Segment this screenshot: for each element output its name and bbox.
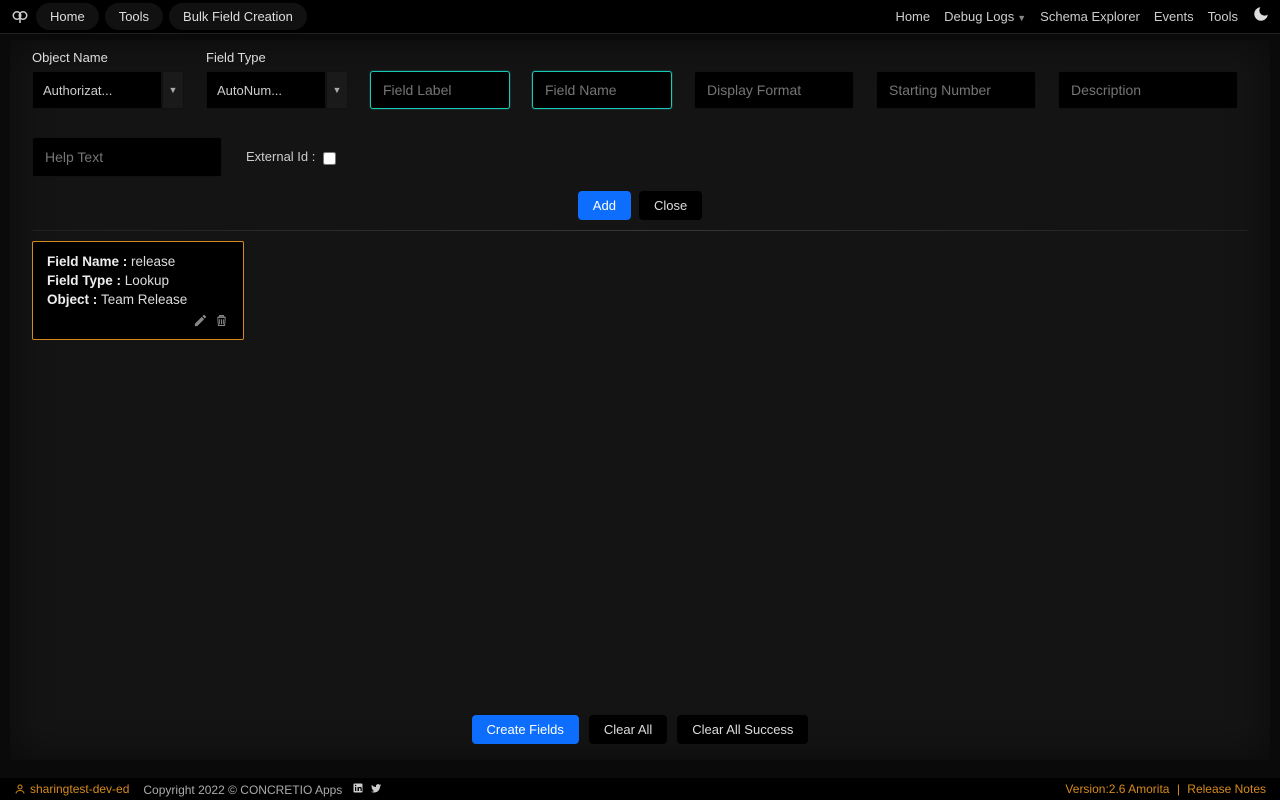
display-format-input[interactable] [694, 71, 854, 109]
create-fields-button[interactable]: Create Fields [472, 715, 579, 744]
field-type-select[interactable]: AutoNum... ▼ [206, 71, 348, 109]
form-row-1: Object Name Authorizat... ▼ Field Type A… [32, 50, 1248, 109]
footer-right: Version:2.6 Amorita | Release Notes [1065, 782, 1266, 796]
org-name: sharingtest-dev-ed [30, 782, 129, 796]
card-field-name: Field Name : release [47, 254, 229, 269]
clear-all-button[interactable]: Clear All [589, 715, 667, 744]
nav-tools[interactable]: Tools [1208, 9, 1238, 24]
external-id-group: External Id : [246, 149, 336, 164]
divider [32, 230, 1248, 231]
object-name-label: Object Name [32, 50, 184, 65]
copyright-text: Copyright 2022 © CONCRETIO Apps [143, 783, 342, 797]
footer-left: sharingtest-dev-ed Copyright 2022 © CONC… [14, 782, 382, 797]
version-text: Version:2.6 Amorita [1065, 782, 1169, 796]
bottom-buttons: Create Fields Clear All Clear All Succes… [10, 715, 1270, 744]
field-type-group: Field Type AutoNum... ▼ [206, 50, 348, 109]
chevron-down-icon[interactable]: ▼ [326, 71, 348, 109]
help-text-input[interactable] [32, 137, 222, 177]
app-logo-icon[interactable] [10, 7, 30, 27]
top-nav: Home Debug Logs▼ Schema Explorer Events … [895, 5, 1270, 28]
main-panel: Object Name Authorizat... ▼ Field Type A… [10, 40, 1270, 760]
delete-icon[interactable] [214, 313, 229, 331]
chevron-down-icon: ▼ [1017, 13, 1026, 23]
breadcrumb: Home Tools Bulk Field Creation [10, 3, 307, 30]
nav-home[interactable]: Home [895, 9, 930, 24]
close-button[interactable]: Close [639, 191, 702, 220]
twitter-icon[interactable] [370, 782, 382, 797]
card-field-type-value: Lookup [125, 273, 169, 288]
starting-number-input[interactable] [876, 71, 1036, 109]
card-field-type-label: Field Type : [47, 273, 125, 288]
breadcrumb-tools[interactable]: Tools [105, 3, 163, 30]
top-bar: Home Tools Bulk Field Creation Home Debu… [0, 0, 1280, 34]
clear-all-success-button[interactable]: Clear All Success [677, 715, 808, 744]
form-row-2: External Id : [32, 137, 1248, 177]
copyright: Copyright 2022 © CONCRETIO Apps [143, 782, 381, 797]
external-id-label: External Id : [246, 149, 315, 164]
field-label-input[interactable] [370, 71, 510, 109]
object-name-group: Object Name Authorizat... ▼ [32, 50, 184, 109]
release-notes-link[interactable]: Release Notes [1187, 782, 1266, 796]
cards-area: Field Name : release Field Type : Lookup… [32, 241, 1248, 340]
card-object-value: Team Release [101, 292, 187, 307]
footer: sharingtest-dev-ed Copyright 2022 © CONC… [0, 778, 1280, 800]
nav-debug-logs-label: Debug Logs [944, 9, 1014, 24]
chevron-down-icon[interactable]: ▼ [162, 71, 184, 109]
field-type-value: AutoNum... [206, 71, 326, 109]
nav-debug-logs[interactable]: Debug Logs▼ [944, 9, 1026, 24]
org-link[interactable]: sharingtest-dev-ed [14, 782, 129, 796]
social-icons [352, 782, 382, 797]
edit-icon[interactable] [193, 313, 208, 331]
breadcrumb-home[interactable]: Home [36, 3, 99, 30]
mid-buttons: Add Close [32, 191, 1248, 220]
field-name-input[interactable] [532, 71, 672, 109]
linkedin-icon[interactable] [352, 782, 364, 797]
object-name-select[interactable]: Authorizat... ▼ [32, 71, 184, 109]
dark-mode-toggle-icon[interactable] [1252, 5, 1270, 28]
field-card: Field Name : release Field Type : Lookup… [32, 241, 244, 340]
field-type-label: Field Type [206, 50, 348, 65]
card-field-type: Field Type : Lookup [47, 273, 229, 288]
add-button[interactable]: Add [578, 191, 631, 220]
card-object: Object : Team Release [47, 292, 229, 307]
external-id-checkbox[interactable] [323, 152, 336, 165]
card-field-name-label: Field Name : [47, 254, 131, 269]
description-input[interactable] [1058, 71, 1238, 109]
card-object-label: Object : [47, 292, 101, 307]
breadcrumb-bulk-field-creation[interactable]: Bulk Field Creation [169, 3, 307, 30]
nav-schema-explorer[interactable]: Schema Explorer [1040, 9, 1140, 24]
card-actions [47, 313, 229, 331]
object-name-value: Authorizat... [32, 71, 162, 109]
card-field-name-value: release [131, 254, 175, 269]
nav-events[interactable]: Events [1154, 9, 1194, 24]
